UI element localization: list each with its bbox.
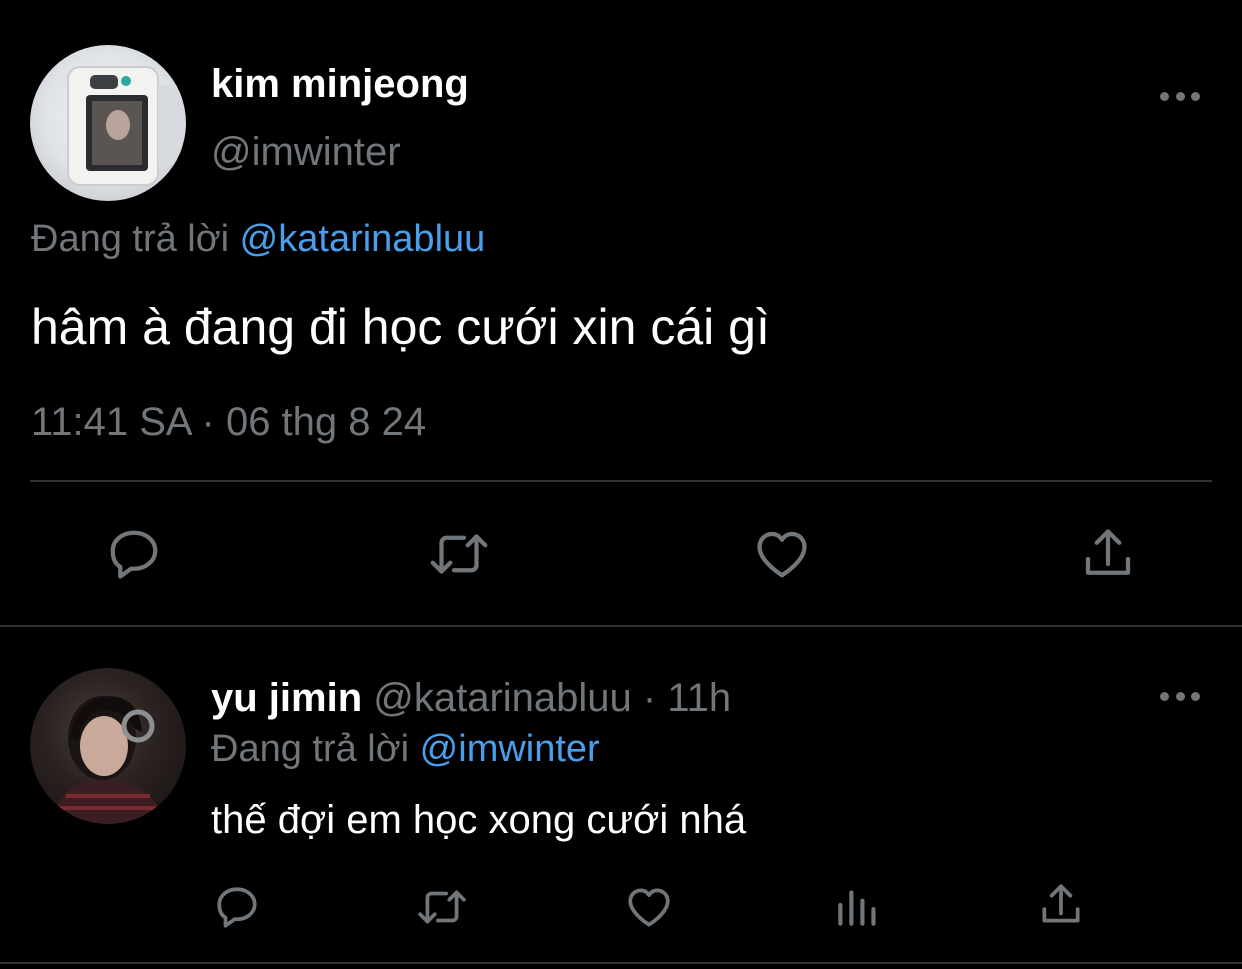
like-icon[interactable] xyxy=(752,524,812,584)
retweet-icon[interactable] xyxy=(414,882,470,932)
reply-icon[interactable] xyxy=(212,882,262,932)
tweet-timestamp[interactable]: 11:41 SA · 06 thg 8 24 xyxy=(31,400,426,445)
separator-dot: · xyxy=(631,676,668,720)
tweet-text: thế đợi em học xong cưới nhá xyxy=(211,798,747,842)
share-icon[interactable] xyxy=(1078,524,1138,584)
avatar-image xyxy=(50,696,166,824)
divider xyxy=(0,625,1242,627)
user-handle[interactable]: @imwinter xyxy=(211,130,401,175)
divider xyxy=(0,962,1242,964)
replying-label: Đang trả lời xyxy=(31,218,230,260)
replying-to-handle[interactable]: @katarinabluu xyxy=(240,218,486,260)
reply-icon[interactable] xyxy=(104,524,164,584)
replying-to-line: Đang trả lời @imwinter xyxy=(211,728,600,771)
more-options-icon[interactable] xyxy=(1160,89,1200,103)
replying-to-line: Đang trả lời @katarinabluu xyxy=(31,218,485,261)
user-handle[interactable]: @katarinabluu xyxy=(373,676,632,720)
avatar-image xyxy=(67,66,182,186)
avatar[interactable] xyxy=(30,668,186,824)
share-icon[interactable] xyxy=(1036,880,1086,930)
display-name[interactable]: yu jimin xyxy=(211,676,362,720)
replying-label: Đang trả lời xyxy=(211,728,410,770)
divider xyxy=(30,480,1212,482)
retweet-icon[interactable] xyxy=(426,524,492,584)
tweet-age[interactable]: 11h xyxy=(667,676,731,720)
replying-to-handle[interactable]: @imwinter xyxy=(420,728,600,770)
more-options-icon[interactable] xyxy=(1160,689,1200,703)
like-icon[interactable] xyxy=(624,882,674,932)
views-icon[interactable] xyxy=(834,882,880,932)
reply-header: yu jimin @katarinabluu · 11h xyxy=(211,676,731,721)
display-name[interactable]: kim minjeong xyxy=(211,62,469,107)
avatar[interactable] xyxy=(30,45,186,201)
tweet-text: hâm à đang đi học cưới xin cái gì xyxy=(31,299,770,355)
